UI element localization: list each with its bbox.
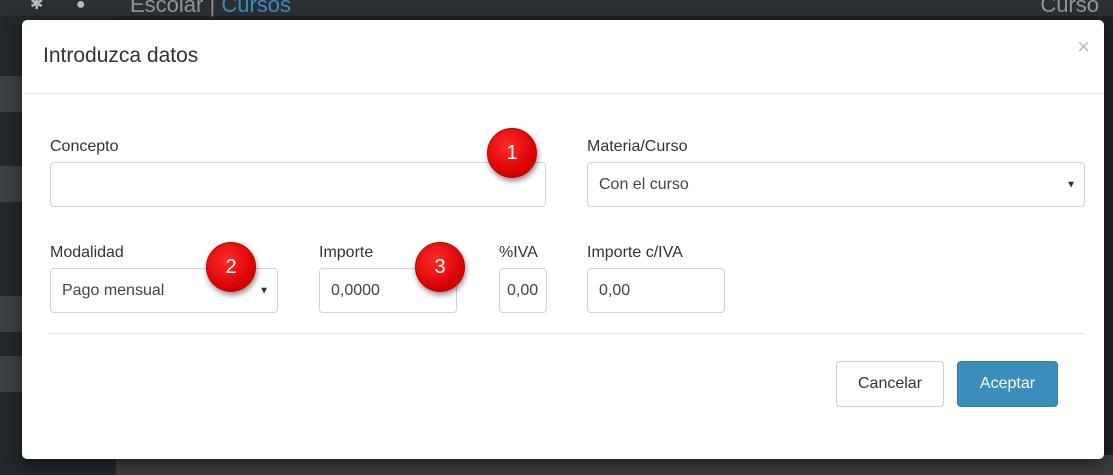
annotation-badge-2: 2 [206,242,256,292]
app-title: Escolar | Cursos [130,0,291,18]
data-entry-modal: Introduzca datos × Concepto Materia/Curs… [22,20,1104,459]
chevron-down-icon: ▼ [1066,179,1076,190]
sidebar-item [0,76,22,112]
footer-divider [50,333,1084,334]
sidebar-item [0,296,22,332]
concepto-label: Concepto [50,138,119,155]
modalidad-value: Pago mensual [62,281,165,299]
annotation-badge-3: 3 [415,242,465,292]
modal-title: Introduzca datos [43,44,199,67]
app-title-text: Escolar | [130,0,216,17]
importe-iva-input[interactable]: 0,00 [587,268,725,313]
chevron-down-icon: ▼ [259,285,269,296]
importe-label: Importe [319,244,374,261]
annotation-badge-1: 1 [487,128,537,178]
close-icon[interactable]: × [1077,36,1090,58]
materia-curso-select[interactable]: Con el curso ▼ [587,162,1085,207]
app-topbar: ✱ ● Escolar | Cursos Curso [0,0,1113,18]
materia-curso-label: Materia/Curso [587,138,688,155]
iva-label: %IVA [499,244,538,261]
sidebar-item [0,356,22,392]
topbar-right-text: Curso [1040,0,1099,17]
app-title-link[interactable]: Cursos [221,0,291,17]
iva-input[interactable]: 0,00 [499,268,547,313]
modalidad-label: Modalidad [50,244,124,261]
accept-button[interactable]: Aceptar [957,361,1058,407]
importe-iva-label: Importe c/IVA [587,244,683,261]
materia-curso-value: Con el curso [599,175,689,193]
topbar-icons[interactable]: ✱ ● [30,0,100,14]
concepto-input[interactable] [50,162,546,207]
modal-header: Introduzca datos × [22,20,1104,94]
sidebar-item [0,166,22,202]
cancel-button[interactable]: Cancelar [836,361,944,407]
